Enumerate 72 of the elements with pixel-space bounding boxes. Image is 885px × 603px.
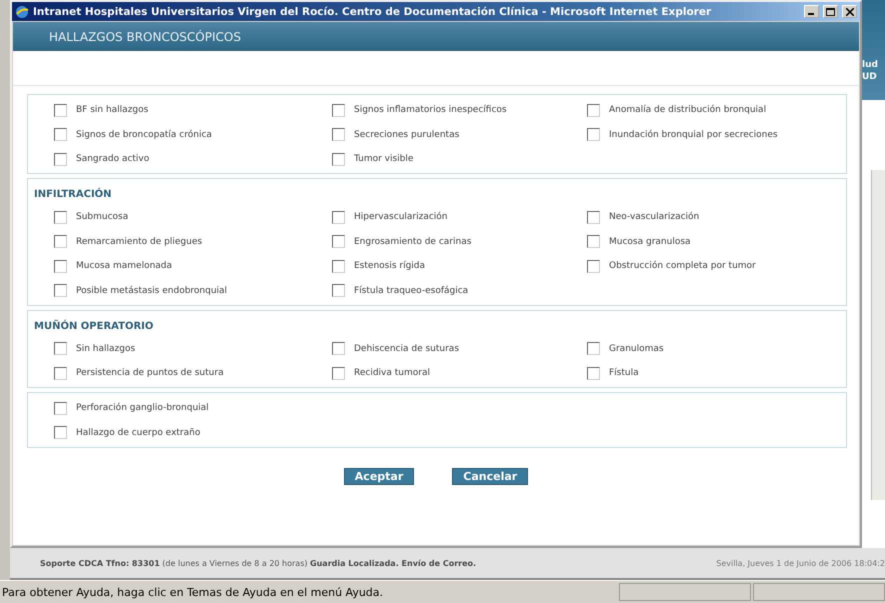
maximize-icon: [826, 8, 835, 16]
maximize-button[interactable]: [823, 5, 838, 18]
option-label: Posible metástasis endobronquial: [76, 286, 228, 296]
checkbox[interactable]: [54, 366, 67, 380]
option-label: Granulomas: [609, 344, 664, 354]
checkbox[interactable]: [587, 260, 600, 272]
checkbox[interactable]: [587, 128, 600, 141]
option-label: Anomalía de distribución bronquial: [609, 105, 766, 115]
checkbox[interactable]: [332, 284, 345, 297]
checkbox[interactable]: [54, 284, 67, 297]
option-label: Engrosamiento de carinas: [354, 236, 472, 246]
option-label: Secreciones purulentas: [354, 130, 460, 140]
option-label: Mucosa granulosa: [609, 236, 691, 246]
checkbox[interactable]: [54, 342, 67, 355]
checkbox[interactable]: [332, 342, 345, 355]
header-fragment: lud: [862, 60, 879, 70]
checkbox[interactable]: [54, 402, 67, 414]
dialog-button[interactable]: Cancelar: [452, 468, 528, 484]
checkbox[interactable]: [587, 104, 600, 116]
option-label: Obstrucción completa por tumor: [609, 261, 756, 271]
checkbox[interactable]: [332, 104, 345, 116]
dialog-header: HALLAZGOS BRONCOSCÓPICOS: [13, 22, 859, 51]
checkbox[interactable]: [54, 235, 67, 248]
option-label: Recidiva tumoral: [354, 368, 430, 378]
checkbox[interactable]: [587, 366, 600, 380]
checkbox[interactable]: [587, 342, 600, 355]
option-label: Remarcamiento de pliegues: [76, 236, 202, 246]
checkbox[interactable]: [54, 152, 67, 166]
option-label: Fístula: [609, 368, 639, 378]
checkbox[interactable]: [332, 260, 345, 272]
window-title: Intranet Hospitales Universitarios Virgen del Rocío. Centro de Documentación Clínica - Microsoft Internet Explorer: [33, 6, 712, 18]
checkbox[interactable]: [54, 260, 67, 272]
checkbox[interactable]: [54, 104, 67, 116]
checkbox[interactable]: [54, 128, 67, 141]
option-label: Tumor visible: [354, 154, 414, 164]
header-fragment: UD: [862, 72, 878, 82]
option-label: Submucosa: [76, 212, 128, 222]
option-label: Sin hallazgos: [76, 344, 136, 354]
browser-icon: [15, 4, 29, 18]
option-label: Estenosis rígida: [354, 261, 426, 271]
date-text: Sevilla, Jueves 1 de Junio de 2006 18:04:2: [716, 558, 885, 568]
checkbox[interactable]: [332, 152, 345, 166]
checkbox[interactable]: [54, 210, 67, 224]
dialog-button[interactable]: Aceptar: [344, 468, 414, 484]
checkbox[interactable]: [587, 235, 600, 248]
section-title: INFILTRACIÓN: [33, 186, 113, 202]
option-label: Sangrado activo: [76, 154, 150, 164]
option-label: BF sin hallazgos: [76, 105, 148, 115]
option-label: Signos de broncopatía crónica: [76, 130, 212, 140]
checkbox[interactable]: [332, 210, 345, 224]
minimize-button[interactable]: [804, 5, 819, 18]
close-button[interactable]: [842, 5, 857, 18]
close-icon: [846, 8, 854, 16]
option-label: Hipervascularización: [354, 212, 448, 222]
section-title: MUÑÓN OPERATORIO: [33, 318, 154, 334]
option-label: Persistencia de puntos de sutura: [76, 368, 224, 378]
checkbox[interactable]: [54, 426, 67, 439]
option-label: Mucosa mamelonada: [76, 261, 172, 271]
checkbox[interactable]: [332, 235, 345, 248]
status-text: Para obtener Ayuda, haga clic en Temas de Ayuda en el menú Ayuda.: [1, 586, 384, 598]
option-label: Inundación bronquial por secreciones: [609, 130, 778, 140]
scrollbar[interactable]: [871, 170, 885, 500]
checkbox[interactable]: [332, 366, 345, 380]
option-label: Dehiscencia de suturas: [354, 344, 460, 354]
support-text: Soporte CDCA Tfno: 83301 (de lunes a Viernes de 8 a 20 horas) Guardia Localizada. Envío de Correo.: [40, 558, 476, 568]
checkbox[interactable]: [587, 210, 600, 224]
checkbox[interactable]: [332, 128, 345, 141]
option-label: Neo-vascularización: [609, 212, 700, 222]
option-label: Perforación ganglio-bronquial: [76, 403, 209, 413]
option-label: Hallazgo de cuerpo extraño: [76, 428, 200, 438]
option-label: Fístula traqueo-esofágica: [354, 286, 468, 296]
option-label: Signos inflamatorios inespecíficos: [354, 105, 507, 115]
